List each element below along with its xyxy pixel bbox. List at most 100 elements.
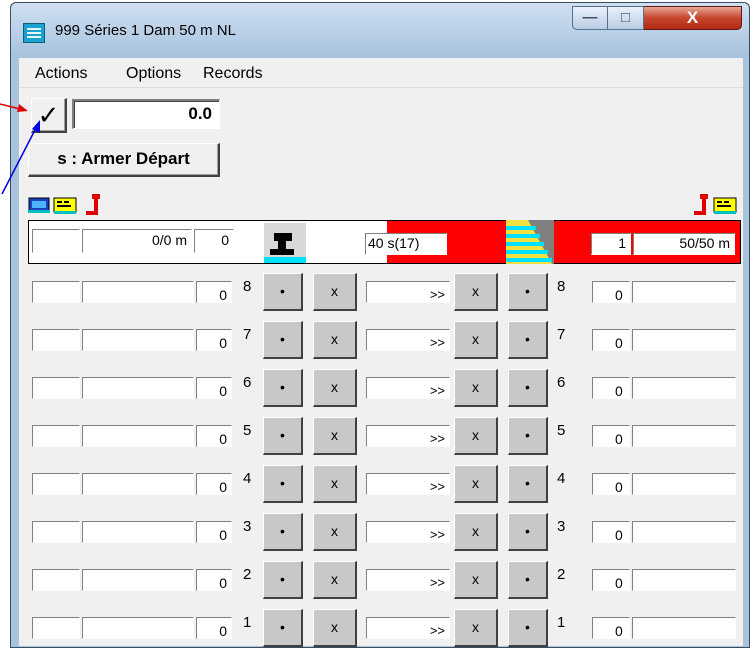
- lane-right-field: [632, 617, 736, 639]
- lane-number-left: 4: [243, 470, 252, 487]
- lane-cancel-button-left[interactable]: x: [313, 609, 357, 647]
- lane-relay-field: >>: [366, 473, 450, 495]
- lane-number-right: 3: [557, 518, 566, 535]
- lane-cancel-button-right[interactable]: x: [454, 609, 498, 647]
- lane-cancel-button-right[interactable]: x: [454, 465, 498, 503]
- lane-right-count: 0: [592, 377, 630, 399]
- lane-right-count: 0: [592, 281, 630, 303]
- lane-dot-button-left[interactable]: •: [263, 513, 303, 551]
- lane-dot-button-right[interactable]: •: [508, 561, 548, 599]
- lane-left-count: 0: [196, 473, 232, 495]
- lane-dot-button-right[interactable]: •: [508, 609, 548, 647]
- lane-left-field-a: [32, 521, 80, 543]
- swimmer-flag-icon: [713, 197, 737, 214]
- lane-row: 0 3 • x >> x • 3 0: [0, 508, 750, 554]
- lane-cancel-button-right[interactable]: x: [454, 417, 498, 455]
- lane-row: 0 1 • x >> x • 1 0: [0, 604, 750, 650]
- lane-number-left: 5: [243, 422, 252, 439]
- start-signal-icon: [694, 194, 708, 215]
- lane-right-field: [632, 473, 736, 495]
- lane-right-field: [632, 329, 736, 351]
- lane-dot-button-left[interactable]: •: [263, 609, 303, 647]
- lane-dot-button-left[interactable]: •: [263, 369, 303, 407]
- lane-row: 0 7 • x >> x • 7 0: [0, 316, 750, 362]
- lane-right-count: 0: [592, 569, 630, 591]
- lane-left-field-a: [32, 425, 80, 447]
- lane-dot-button-right[interactable]: •: [508, 417, 548, 455]
- lane-right-count: 0: [592, 329, 630, 351]
- minimize-button[interactable]: —: [572, 6, 608, 30]
- lane-row: 0 8 • x >> x • 8 0: [0, 268, 750, 314]
- header-distance-left: 0/0 m: [82, 229, 192, 253]
- maximize-button[interactable]: □: [608, 6, 644, 30]
- lane-dot-button-left[interactable]: •: [263, 417, 303, 455]
- lane-dot-button-right[interactable]: •: [508, 465, 548, 503]
- lane-row: 0 5 • x >> x • 5 0: [0, 412, 750, 458]
- lane-number-right: 6: [557, 374, 566, 391]
- lane-cancel-button-right[interactable]: x: [454, 561, 498, 599]
- lane-right-count: 0: [592, 521, 630, 543]
- lane-number-left: 3: [243, 518, 252, 535]
- lane-dot-button-right[interactable]: •: [508, 369, 548, 407]
- lane-left-count: 0: [196, 425, 232, 447]
- lane-dot-button-left[interactable]: •: [263, 561, 303, 599]
- menu-bar: Actions Options Records: [19, 58, 743, 88]
- lane-left-count: 0: [196, 617, 232, 639]
- header-small-field: [32, 229, 80, 253]
- lane-number-right: 1: [557, 614, 566, 631]
- lane-left-count: 0: [196, 329, 232, 351]
- lane-left-field-b: [82, 521, 194, 543]
- lane-left-field-a: [32, 473, 80, 495]
- lane-relay-field: >>: [366, 281, 450, 303]
- menu-actions[interactable]: Actions: [35, 65, 87, 83]
- lane-cancel-button-left[interactable]: x: [313, 369, 357, 407]
- lane-left-field-b: [82, 569, 194, 591]
- lane-cancel-button-right[interactable]: x: [454, 513, 498, 551]
- lane-relay-field: >>: [366, 425, 450, 447]
- lane-dot-button-left[interactable]: •: [263, 321, 303, 359]
- lane-dot-button-right[interactable]: •: [508, 273, 548, 311]
- lane-left-count: 0: [196, 281, 232, 303]
- lane-dot-button-left[interactable]: •: [263, 273, 303, 311]
- lane-cancel-button-left[interactable]: x: [313, 561, 357, 599]
- lane-left-count: 0: [196, 521, 232, 543]
- lane-cancel-button-right[interactable]: x: [454, 321, 498, 359]
- app-icon: [23, 23, 45, 43]
- pool-lanes-icon: [506, 220, 554, 264]
- lane-number-right: 8: [557, 278, 566, 295]
- lane-number-left: 2: [243, 566, 252, 583]
- annotation-arrows: [0, 103, 40, 195]
- lane-left-field-a: [32, 377, 80, 399]
- header-count-right: 1: [591, 233, 631, 255]
- header-distance-right: 50/50 m: [633, 233, 735, 255]
- lane-number-right: 7: [557, 326, 566, 343]
- lane-row: 0 2 • x >> x • 2 0: [0, 556, 750, 602]
- lane-dot-button-right[interactable]: •: [508, 513, 548, 551]
- lane-cancel-button-right[interactable]: x: [454, 369, 498, 407]
- lane-cancel-button-left[interactable]: x: [313, 417, 357, 455]
- lane-cancel-button-left[interactable]: x: [313, 273, 357, 311]
- minimize-icon: —: [582, 9, 598, 26]
- time-display: 0.0: [72, 99, 220, 129]
- status-icons-right: [694, 194, 737, 215]
- lane-cancel-button-left[interactable]: x: [313, 321, 357, 359]
- lane-left-field-a: [32, 329, 80, 351]
- lane-left-count: 0: [196, 377, 232, 399]
- maximize-icon: □: [620, 9, 631, 26]
- start-block-icon: [264, 223, 306, 263]
- menu-options[interactable]: Options: [126, 65, 181, 83]
- timer-display: 40 s(17): [365, 233, 447, 255]
- menu-records[interactable]: Records: [203, 65, 263, 83]
- lane-right-count: 0: [592, 473, 630, 495]
- lane-cancel-button-right[interactable]: x: [454, 273, 498, 311]
- lane-dot-button-left[interactable]: •: [263, 465, 303, 503]
- lane-left-field-a: [32, 281, 80, 303]
- lane-number-right: 2: [557, 566, 566, 583]
- lane-dot-button-right[interactable]: •: [508, 321, 548, 359]
- lane-cancel-button-left[interactable]: x: [313, 513, 357, 551]
- lane-cancel-button-left[interactable]: x: [313, 465, 357, 503]
- lane-number-left: 8: [243, 278, 252, 295]
- lane-left-field-b: [82, 329, 194, 351]
- close-button[interactable]: X: [644, 6, 742, 30]
- header-count-left: 0: [194, 229, 234, 253]
